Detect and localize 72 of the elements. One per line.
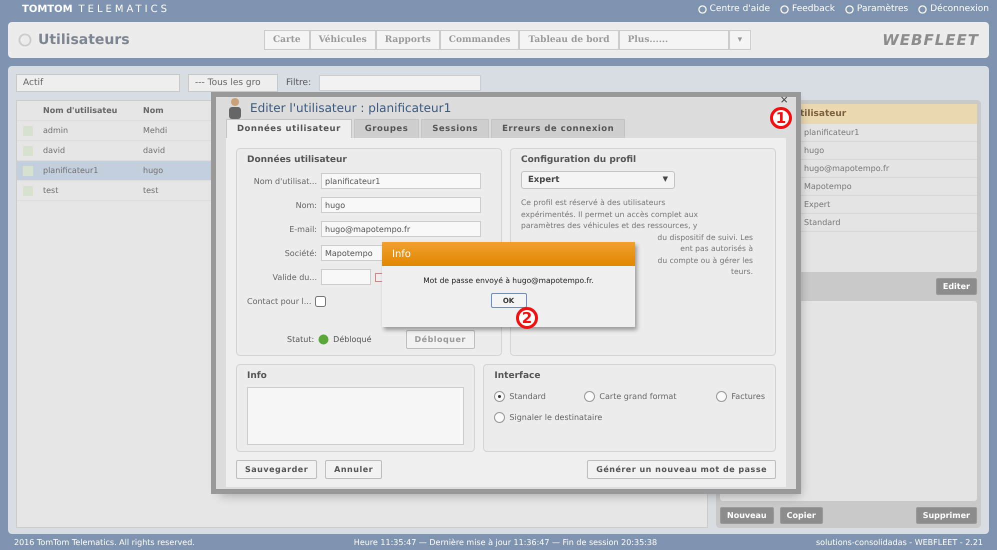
dialog-button[interactable]: Annuler [325,460,382,479]
table-cell-text: hugo [142,166,164,175]
dropdown-caret[interactable]: ▾ [728,30,752,50]
unlocked-status-icon [318,334,330,344]
table-cell-text: planificateur1 [42,166,98,175]
dialog-tab[interactable]: Sessions [421,119,490,138]
panel-button[interactable]: Copier [780,507,823,524]
copyright-text: 2016 TomTom Telematics. All rights reserved. [14,538,195,546]
radio-icon[interactable] [584,391,596,402]
nav-tab[interactable]: Rapports [376,30,440,50]
header-link[interactable]: Déconnexion [918,4,989,14]
popup-title: Info [382,242,635,266]
panel-button[interactable]: Nouveau [720,507,774,524]
field-label: Contact pour l... [247,296,312,306]
filter-label: Filtre: [286,78,312,88]
filter-field[interactable] [319,75,482,91]
nav-tab[interactable]: Commandes [440,30,520,50]
more-dropdown[interactable]: Plus...... [618,30,729,50]
field-label: Nom: [294,200,317,210]
group-select[interactable]: --- Tous les gro [188,74,278,92]
status-label: Statut: [287,334,314,344]
header-link[interactable]: Paramètres [844,4,908,14]
field-label: E-mail: [288,224,317,234]
radio-icon[interactable] [494,391,506,402]
dialog-tab[interactable]: Erreurs de connexion [491,119,626,138]
table-cell-text: Mehdi [142,126,168,135]
dialog-title: Editer l'utilisateur : planificateur1 [250,101,452,115]
section-title: Info [247,371,268,381]
radio-option[interactable]: Factures [716,391,765,402]
header-link[interactable]: Feedback [780,4,835,14]
radio-option[interactable]: Signaler le destinataire [494,412,765,423]
date-field[interactable] [321,269,371,285]
radio-icon[interactable] [716,391,728,402]
field-label: Valide du... [271,272,317,282]
text-field[interactable]: planificateur1 [321,173,481,189]
radio-icon[interactable] [494,412,506,423]
contact-checkbox[interactable] [315,296,326,306]
version-text: solutions-consolidadas - WEBFLEET - 2.21 [816,538,983,546]
page-title: Utilisateurs [38,32,130,48]
radio-option[interactable]: Standard [494,391,584,402]
table-cell-text: david [142,146,166,155]
header-link[interactable]: Centre d'aide [698,4,770,14]
table-cell-text: admin [42,126,68,135]
nav-tab[interactable]: Tableau de bord [519,30,619,50]
nav-tab[interactable]: Véhicules [310,30,376,50]
edit-button[interactable]: Editer [936,278,977,295]
dialog-tab[interactable]: Données utilisateur [226,119,352,138]
dialog-button[interactable]: Sauvegarder [236,460,318,479]
section-title: Interface [494,371,542,381]
table-cell-text: test [42,186,58,195]
nav-tab[interactable]: Carte [264,30,310,50]
table-cell-text: david [42,146,66,155]
column-header[interactable]: Nom [139,106,164,115]
column-header[interactable]: Nom d'utilisateu [39,106,118,115]
field-label: Nom d'utilisat... [252,176,317,186]
generate-password-button[interactable]: Générer un nouveau mot de passe [587,460,776,479]
session-text: Heure 11:35:47 — Dernière mise à jour 11:36:47 — Fin de session 20:35:38 [354,538,658,546]
text-field[interactable]: hugo [321,197,481,213]
info-field[interactable] [247,387,464,445]
field-label: Société: [284,248,317,258]
brand-logo: WEBFLEET [882,31,979,49]
panel-button[interactable]: Supprimer [916,507,977,524]
close-button[interactable]: × [780,94,788,106]
text-field[interactable]: hugo@mapotempo.fr [321,221,481,237]
section-title: Données utilisateur [247,155,348,165]
status-select[interactable]: Actif [16,74,180,92]
logo: TOMTOM TELEMATICS [22,4,170,14]
dialog-tab[interactable]: Groupes [354,119,420,138]
status-value: Débloqué [333,334,372,344]
table-cell-text: test [142,186,158,195]
section-title: Configuration du profil [521,155,638,165]
radio-option[interactable]: Carte grand format [584,391,716,402]
